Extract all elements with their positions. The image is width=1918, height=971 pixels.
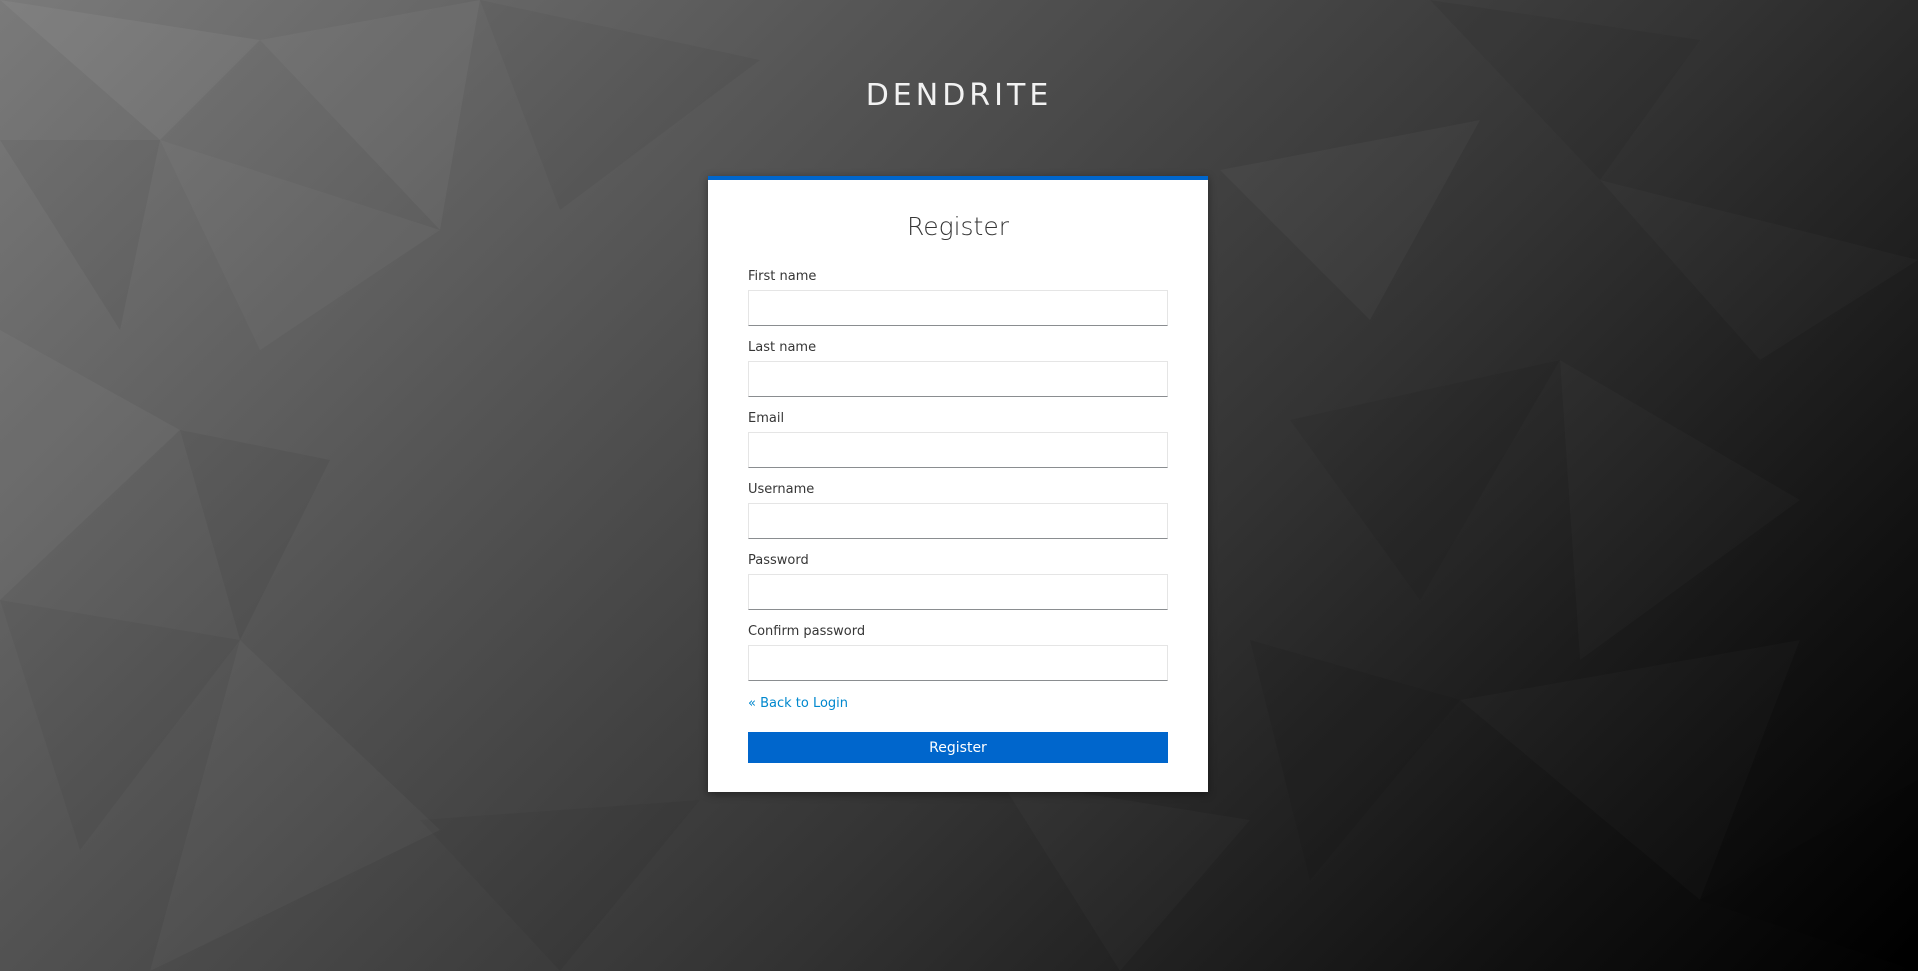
- email-field: Email: [748, 410, 1168, 481]
- confirm-password-label: Confirm password: [748, 624, 866, 639]
- register-form: First name Last name Email Username Pass…: [748, 268, 1168, 763]
- username-field: Username: [748, 481, 1168, 552]
- first-name-label: First name: [748, 269, 817, 284]
- password-input[interactable]: [748, 574, 1168, 610]
- brand-title: DENDRITE: [865, 78, 1053, 113]
- last-name-label: Last name: [748, 340, 817, 355]
- register-button[interactable]: Register: [748, 732, 1168, 763]
- page-title: Register: [906, 212, 1010, 241]
- first-name-input[interactable]: [748, 290, 1168, 326]
- password-label: Password: [748, 553, 809, 568]
- password-field: Password: [748, 552, 1168, 623]
- username-input[interactable]: [748, 503, 1168, 539]
- confirm-password-field: Confirm password: [748, 623, 1168, 694]
- register-card: Register First name Last name Email User…: [708, 176, 1208, 792]
- last-name-field: Last name: [748, 339, 1168, 410]
- last-name-input[interactable]: [748, 361, 1168, 397]
- first-name-field: First name: [748, 268, 1168, 339]
- back-to-login-link[interactable]: « Back to Login: [748, 696, 848, 711]
- email-input[interactable]: [748, 432, 1168, 468]
- username-label: Username: [748, 482, 815, 497]
- confirm-password-input[interactable]: [748, 645, 1168, 681]
- email-label: Email: [748, 411, 785, 426]
